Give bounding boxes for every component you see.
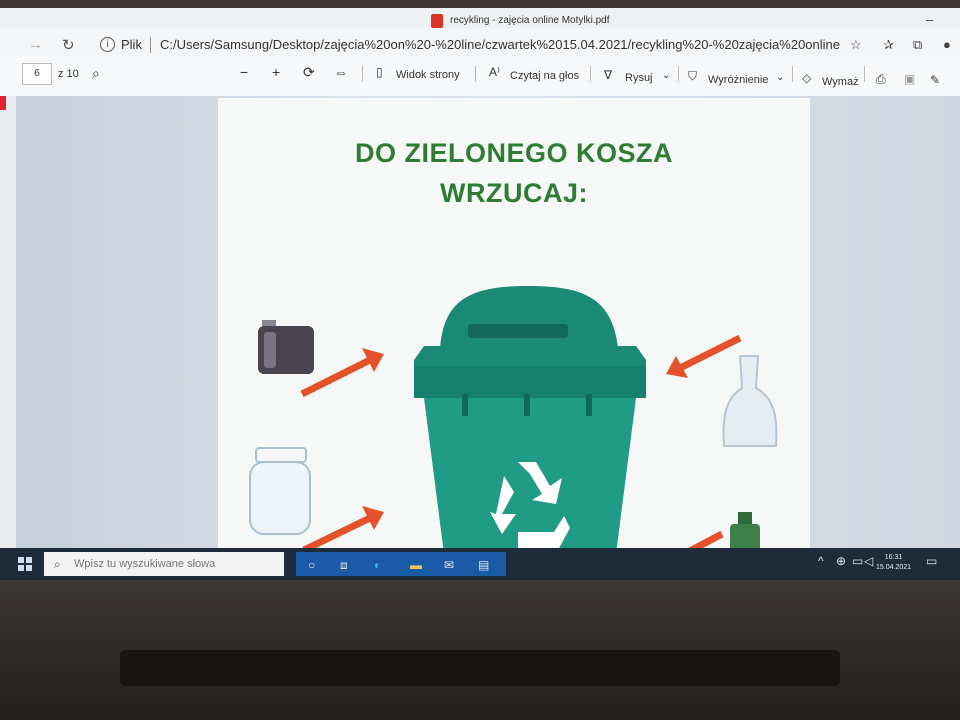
chevron-down-icon[interactable]: ⌄: [662, 70, 670, 81]
search-icon: ⌕: [54, 557, 61, 571]
back-icon[interactable]: →: [28, 36, 43, 53]
search-icon[interactable]: ⌕: [92, 65, 100, 82]
windows-start-icon[interactable]: [18, 557, 32, 571]
taskbar-apps: ○ ⧈ ◐ ▬ ✉ ▤: [296, 552, 506, 576]
edge-icon[interactable]: ◐: [374, 558, 381, 572]
network-icon[interactable]: ⊕: [836, 554, 846, 568]
divider: [590, 66, 591, 82]
read-aloud-button[interactable]: Czytaj na głos: [510, 70, 579, 82]
search-placeholder: Wpisz tu wyszukiwane słowa: [74, 558, 216, 570]
highlight-icon: ⛉: [688, 69, 698, 83]
fit-page-icon[interactable]: ⇔: [334, 64, 348, 80]
save-icon[interactable]: ▣: [904, 72, 915, 86]
file-explorer-icon[interactable]: ▬: [410, 558, 422, 572]
red-tab-marker: [0, 96, 6, 110]
draw-icon: ∇: [604, 68, 613, 82]
arrow-icon: [302, 506, 384, 554]
zoom-in-icon[interactable]: +: [272, 64, 280, 80]
laptop-hinge: [120, 650, 840, 686]
favorites-icon[interactable]: ✰: [883, 37, 894, 53]
rotate-icon[interactable]: ⟳: [303, 64, 315, 81]
total-pages: z 10: [58, 68, 79, 80]
page-view-icon: ▯: [376, 65, 383, 79]
read-aloud-icon: A⁾: [489, 65, 500, 79]
arrow-icon: [300, 348, 384, 398]
eraser-icon: ◇: [802, 71, 812, 85]
chevron-down-icon[interactable]: ⌄: [776, 72, 784, 83]
taskbar-search[interactable]: ⌕ Wpisz tu wyszukiwane słowa: [44, 552, 284, 576]
erase-button[interactable]: Wymaż: [822, 76, 859, 88]
pdf-toolbar: 6 z 10 ⌕ − + ⟳ ⇔ ▯ Widok strony A⁾ Czyta…: [0, 56, 960, 97]
battery-icon[interactable]: ▭: [852, 554, 863, 568]
green-recycling-bin: [414, 286, 646, 554]
divider: [150, 37, 151, 53]
divider: [864, 66, 865, 82]
taskbar: ⌕ Wpisz tu wyszukiwane słowa ○ ⧈ ◐ ▬ ✉ ▤…: [0, 548, 960, 580]
pdf-file-icon: [431, 14, 443, 28]
divider: [362, 66, 363, 82]
volume-icon[interactable]: ◁: [864, 554, 873, 568]
recycling-illustration: [249, 286, 778, 554]
highlight-button[interactable]: Wyróżnienie: [708, 74, 768, 86]
clock-time: 16:31: [884, 554, 903, 561]
minimize-icon[interactable]: –: [926, 12, 933, 27]
tray-chevron-icon[interactable]: ^: [818, 554, 824, 568]
mail-icon[interactable]: ✉: [444, 558, 454, 572]
left-side-panel: [0, 96, 16, 556]
clock-date: 15.04.2021: [876, 564, 912, 571]
divider: [678, 66, 679, 82]
profile-icon[interactable]: ●: [943, 37, 951, 52]
cortana-icon[interactable]: ○: [308, 558, 315, 572]
scheme-label: Plik: [121, 37, 142, 52]
glass-jar-icon: [249, 447, 311, 535]
store-icon[interactable]: ▤: [478, 558, 489, 572]
pdf-page: DO ZIELONEGO KOSZA WRZUCAJ:: [218, 98, 810, 554]
collections-icon[interactable]: ⧉: [913, 37, 922, 53]
zoom-out-icon[interactable]: −: [240, 64, 248, 80]
screen: recykling - zajęcia online Motylki.pdf –…: [0, 8, 960, 580]
page-number-input[interactable]: 6: [22, 63, 52, 85]
arrow-icon: [666, 334, 742, 378]
task-view-icon[interactable]: ⧈: [340, 558, 348, 573]
refresh-icon[interactable]: ↻: [62, 36, 75, 54]
divider: [792, 66, 793, 82]
divider: [475, 66, 476, 82]
save-as-icon[interactable]: ✎: [930, 73, 940, 87]
print-icon[interactable]: ⎙: [876, 72, 886, 87]
system-clock[interactable]: 16:31 15.04.2021: [876, 553, 911, 573]
draw-button[interactable]: Rysuj: [625, 72, 653, 84]
notifications-icon[interactable]: ▭: [926, 554, 937, 568]
info-icon[interactable]: i: [100, 37, 115, 52]
url-field[interactable]: C:/Users/Samsung/Desktop/zajęcia%20on%20…: [160, 37, 840, 52]
perfume-bottle-icon: [258, 320, 314, 374]
read-mode-icon[interactable]: ☆: [850, 37, 862, 53]
glass-carafe-icon: [722, 355, 778, 447]
page-view-button[interactable]: Widok strony: [396, 69, 460, 81]
window-title: recykling - zajęcia online Motylki.pdf: [450, 15, 610, 26]
